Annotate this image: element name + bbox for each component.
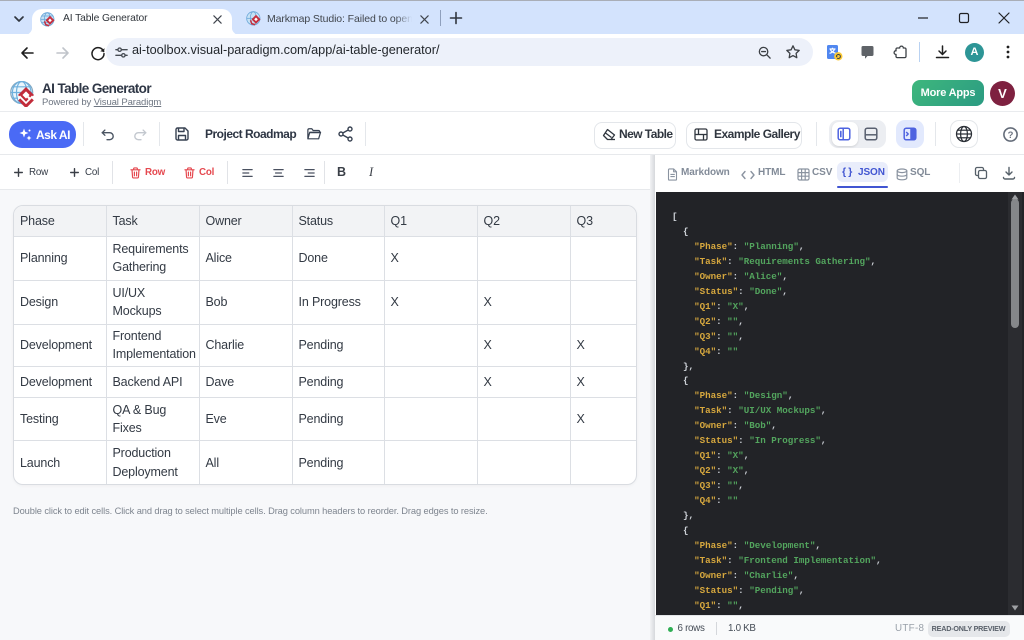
svg-text:?: ? [1008, 130, 1014, 141]
